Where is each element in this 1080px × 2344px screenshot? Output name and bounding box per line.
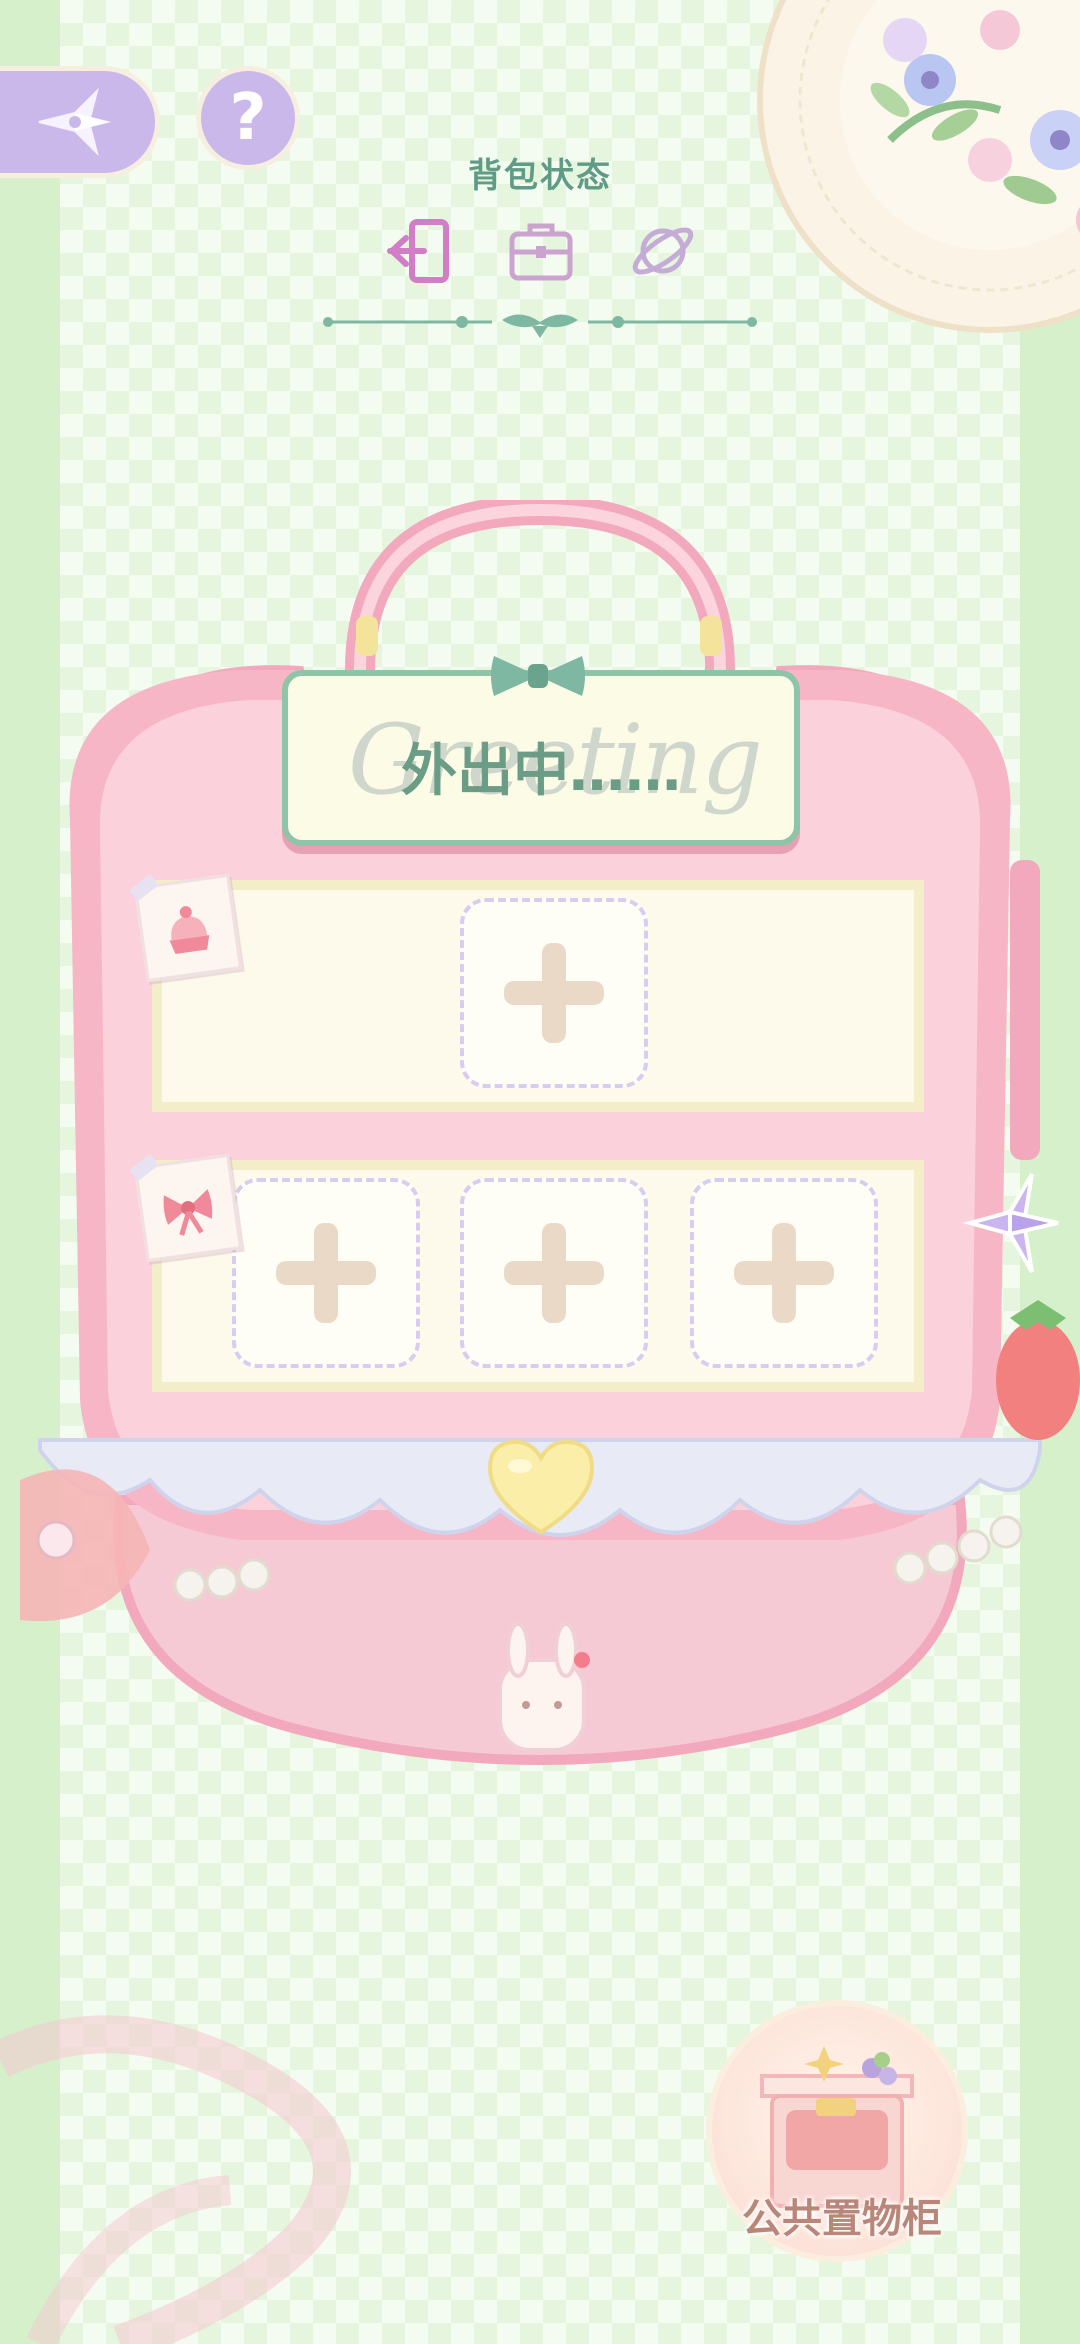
next-page-button[interactable]	[962, 1168, 1062, 1278]
plus-icon	[276, 1223, 376, 1323]
compass-star-icon	[38, 87, 111, 157]
planet-icon	[632, 227, 694, 275]
ornament-divider	[323, 314, 757, 338]
ribbon-decoration	[0, 2015, 351, 2344]
sparkle-arrow-icon	[962, 1172, 1059, 1274]
bow-icon	[491, 656, 585, 696]
ribbon-sticker-icon	[133, 1153, 243, 1263]
public-locker-label: 公共置物柜	[742, 2196, 942, 2242]
tab-exit-door[interactable]	[384, 216, 454, 286]
tab-planet[interactable]	[628, 216, 698, 286]
slot-panel-row2	[152, 1160, 924, 1392]
item-slot[interactable]	[690, 1178, 878, 1368]
slot-panel-row1	[152, 880, 924, 1112]
page-title: 背包状态	[468, 156, 612, 196]
cake-sticker-icon	[133, 873, 243, 983]
item-slot[interactable]	[232, 1178, 420, 1368]
plus-icon	[504, 1223, 604, 1323]
heart-clasp-icon	[487, 1439, 595, 1535]
backpack-status-screen: ? 背包状态 Greeting 外出中…… 公共置物柜	[0, 0, 1080, 2344]
item-slot[interactable]	[460, 898, 648, 1088]
tab-briefcase[interactable]	[506, 216, 576, 286]
plus-icon	[734, 1223, 834, 1323]
status-text: 外出中……	[401, 739, 681, 804]
item-slot[interactable]	[460, 1178, 648, 1368]
exit-door-icon	[387, 219, 449, 283]
plus-icon	[504, 943, 604, 1043]
briefcase-icon	[509, 223, 573, 281]
help-label: ?	[229, 81, 267, 155]
